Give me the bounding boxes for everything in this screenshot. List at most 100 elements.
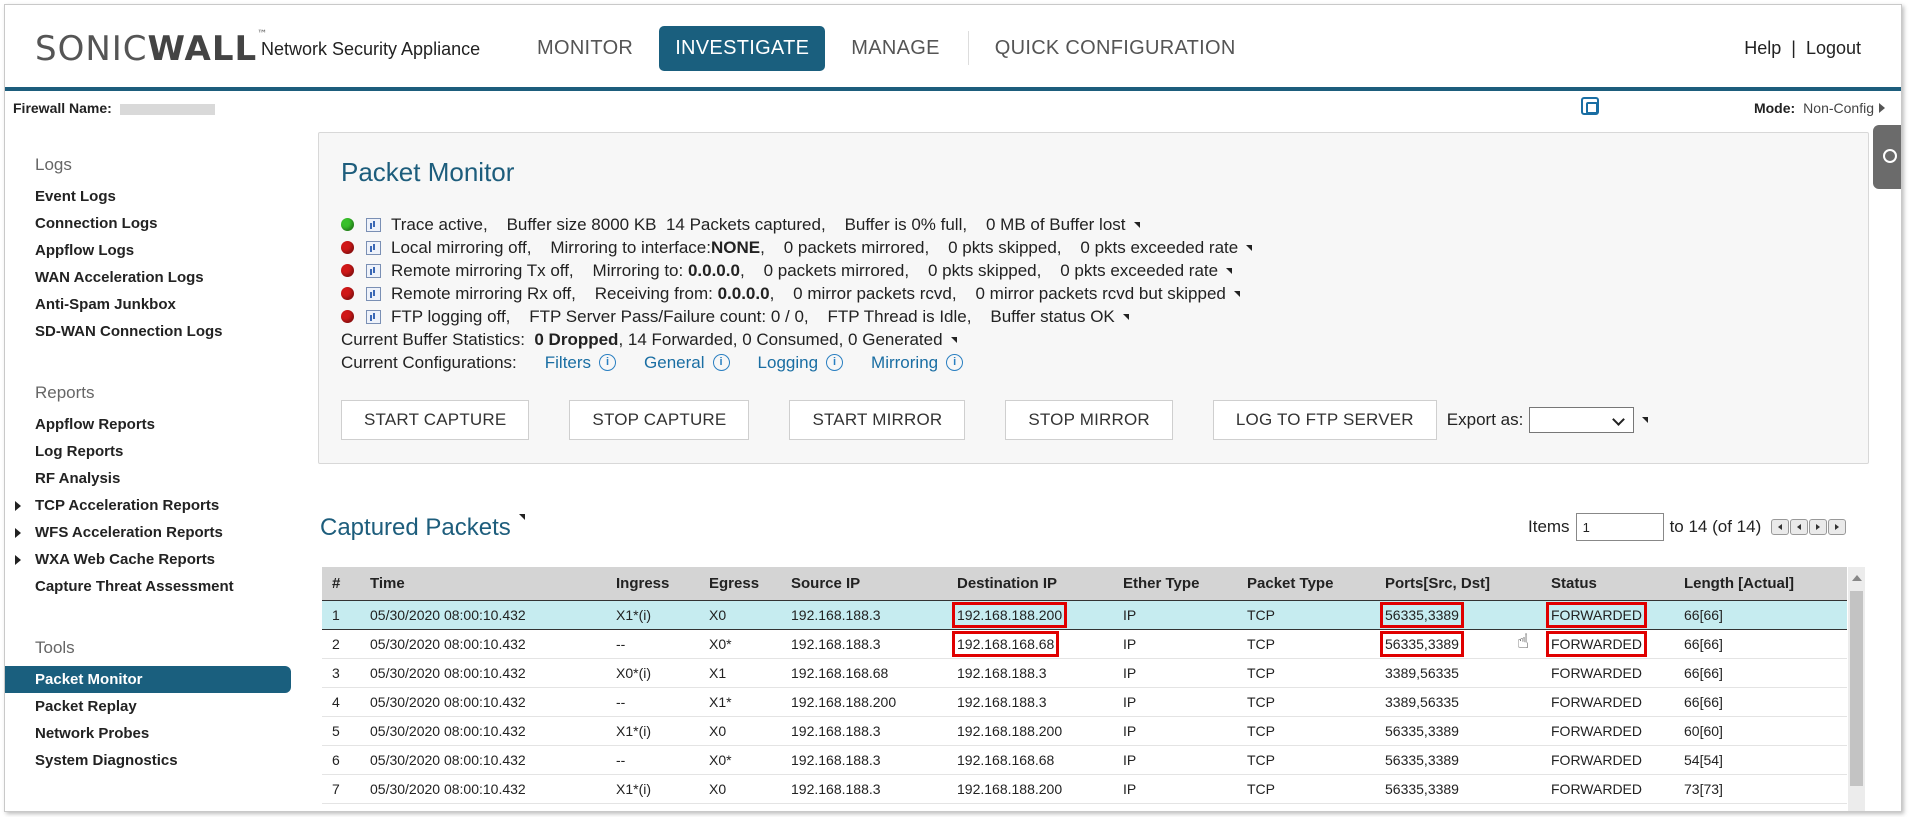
popout-window-icon[interactable]: [1581, 97, 1599, 115]
expand-caret-icon[interactable]: [15, 528, 21, 538]
config-link-logging[interactable]: Logging: [758, 351, 819, 374]
stats-chart-icon[interactable]: [366, 240, 381, 255]
sidebar-item-packet-monitor[interactable]: Packet Monitor: [5, 666, 291, 693]
table-cell: 4: [322, 687, 360, 717]
scroll-up-icon[interactable]: [1852, 575, 1862, 581]
table-row[interactable]: 2 05/30/2020 08:00:10.432 -- X0* 192.168.188…: [322, 629, 1847, 659]
sidebar-item-capture-threat-assessment[interactable]: Capture Threat Assessment: [5, 573, 295, 600]
nav-investigate[interactable]: INVESTIGATE: [659, 25, 826, 71]
table-cell: 3: [322, 658, 360, 688]
config-link-filters[interactable]: Filters: [545, 351, 591, 374]
column-header[interactable]: Ports[Src, Dst]: [1375, 567, 1541, 601]
sidebar-item-wfs-acceleration-reports[interactable]: WFS Acceleration Reports: [5, 519, 295, 546]
sidebar-item-event-logs[interactable]: Event Logs: [5, 183, 295, 210]
cell-value: 5: [332, 723, 340, 739]
column-header[interactable]: Source IP: [781, 567, 947, 601]
config-link-general[interactable]: General: [644, 351, 704, 374]
stop-capture-button[interactable]: STOP CAPTURE: [569, 400, 750, 440]
table-cell: X1*(i): [606, 600, 699, 630]
column-header[interactable]: Time: [360, 567, 606, 601]
sidebar-item-packet-replay[interactable]: Packet Replay: [5, 693, 295, 720]
prev-page-icon[interactable]: [1790, 519, 1809, 535]
start-capture-button[interactable]: START CAPTURE: [341, 400, 530, 440]
sidebar-item-appflow-reports[interactable]: Appflow Reports: [5, 411, 295, 438]
logo-text-light: SONIC: [35, 29, 148, 69]
export-select[interactable]: [1529, 407, 1635, 433]
logout-link[interactable]: Logout: [1806, 38, 1861, 58]
side-search-tab[interactable]: [1873, 125, 1901, 189]
corner-menu-icon[interactable]: [950, 336, 957, 343]
column-header[interactable]: Ingress: [606, 567, 699, 601]
sidebar-item-log-reports[interactable]: Log Reports: [5, 438, 295, 465]
table-row[interactable]: 7 05/30/2020 08:00:10.432 X1*(i) X0 192.168.…: [322, 774, 1847, 804]
table-cell: 192.168.188.200: [947, 774, 1113, 804]
sidebar-item-tcp-acceleration-reports[interactable]: TCP Acceleration Reports: [5, 492, 295, 519]
logo-text-bold: WALL: [147, 29, 258, 69]
sidebar-item-system-diagnostics[interactable]: System Diagnostics: [5, 747, 295, 774]
expand-caret-icon[interactable]: [15, 501, 21, 511]
sidebar-item-rf-analysis[interactable]: RF Analysis: [5, 465, 295, 492]
last-page-icon[interactable]: [1828, 519, 1847, 535]
sidebar-item-network-probes[interactable]: Network Probes: [5, 720, 295, 747]
stats-chart-icon[interactable]: [366, 309, 381, 324]
sidebar-item-connection-logs[interactable]: Connection Logs: [5, 210, 295, 237]
column-header[interactable]: Ether Type: [1113, 567, 1237, 601]
table-row[interactable]: 4 05/30/2020 08:00:10.432 -- X1* 192.168.188…: [322, 687, 1847, 717]
sidebar-item-anti-spam-junkbox[interactable]: Anti-Spam Junkbox: [5, 291, 295, 318]
corner-menu-icon[interactable]: [1233, 290, 1240, 297]
stats-chart-icon[interactable]: [366, 286, 381, 301]
expand-caret-icon[interactable]: [15, 555, 21, 565]
column-header[interactable]: Packet Type: [1237, 567, 1375, 601]
nav-quick-configuration[interactable]: QUICK CONFIGURATION: [979, 26, 1252, 71]
corner-menu-icon[interactable]: [1246, 244, 1253, 251]
table-cell: 192.168.188.3: [947, 687, 1113, 717]
start-mirror-button[interactable]: START MIRROR: [789, 400, 966, 440]
status-list: Trace active, Buffer size 8000 KB 14 Pac…: [341, 213, 1253, 374]
table-row[interactable]: 1 05/30/2020 08:00:10.432 X1*(i) X0 192.168.…: [322, 600, 1847, 630]
items-input[interactable]: 1: [1575, 513, 1664, 541]
corner-menu-icon[interactable]: [1122, 313, 1129, 320]
column-header[interactable]: Status: [1541, 567, 1674, 601]
first-page-icon[interactable]: [1771, 519, 1790, 535]
column-header[interactable]: Egress: [699, 567, 781, 601]
log-to-ftp-server-button[interactable]: LOG TO FTP SERVER: [1212, 400, 1437, 440]
mode-arrow-icon: [1879, 103, 1885, 113]
cell-value: X1*(i): [616, 607, 652, 623]
next-page-icon[interactable]: [1809, 519, 1828, 535]
stats-chart-icon[interactable]: [366, 263, 381, 278]
config-link-mirroring[interactable]: Mirroring: [871, 351, 938, 374]
corner-menu-icon[interactable]: [1642, 417, 1649, 423]
info-icon[interactable]: i: [599, 354, 617, 371]
corner-menu-icon[interactable]: [1226, 267, 1233, 274]
stats-chart-icon[interactable]: [366, 217, 381, 232]
table-row[interactable]: 5 05/30/2020 08:00:10.432 X1*(i) X0 192.168.…: [322, 716, 1847, 746]
column-header[interactable]: Length [Actual]: [1674, 567, 1847, 601]
sidebar-item-wxa-web-cache-reports[interactable]: WXA Web Cache Reports: [5, 546, 295, 573]
table-row[interactable]: 8 05/30/2020 08:00:10.432 -- X0* 192.168.188…: [322, 803, 1847, 811]
info-icon[interactable]: i: [712, 354, 730, 371]
table-cell: TCP: [1237, 658, 1375, 688]
table-cell: 66[66]: [1674, 658, 1847, 688]
nav-manage[interactable]: MANAGE: [835, 26, 955, 71]
table-cell: 8: [322, 803, 360, 811]
table-cell: FORWARDED: [1541, 687, 1674, 717]
table-row[interactable]: 3 05/30/2020 08:00:10.432 X0*(i) X1 192.168.…: [322, 658, 1847, 688]
table-scrollbar[interactable]: [1848, 567, 1865, 811]
help-link[interactable]: Help: [1744, 38, 1781, 58]
info-icon[interactable]: i: [826, 354, 844, 371]
capture-button-row: START CAPTURE STOP CAPTURE START MIRROR …: [341, 400, 1649, 440]
sidebar-item-sd-wan-connection-logs[interactable]: SD-WAN Connection Logs: [5, 318, 295, 345]
column-header[interactable]: #: [322, 567, 360, 601]
sidebar-item-appflow-logs[interactable]: Appflow Logs: [5, 237, 295, 264]
stop-mirror-button[interactable]: STOP MIRROR: [1005, 400, 1173, 440]
info-icon[interactable]: i: [946, 354, 964, 371]
scroll-thumb[interactable]: [1850, 591, 1863, 786]
table-row[interactable]: 6 05/30/2020 08:00:10.432 -- X0* 192.168.188…: [322, 745, 1847, 775]
corner-menu-icon[interactable]: [518, 514, 525, 520]
sidebar-item-wan-acceleration-logs[interactable]: WAN Acceleration Logs: [5, 264, 295, 291]
nav-monitor[interactable]: MONITOR: [521, 26, 649, 71]
mode-indicator[interactable]: Mode: Non-Config: [1754, 100, 1885, 116]
column-header[interactable]: Destination IP: [947, 567, 1113, 601]
cell-value: FORWARDED: [1551, 665, 1642, 681]
corner-menu-icon[interactable]: [1133, 221, 1140, 228]
